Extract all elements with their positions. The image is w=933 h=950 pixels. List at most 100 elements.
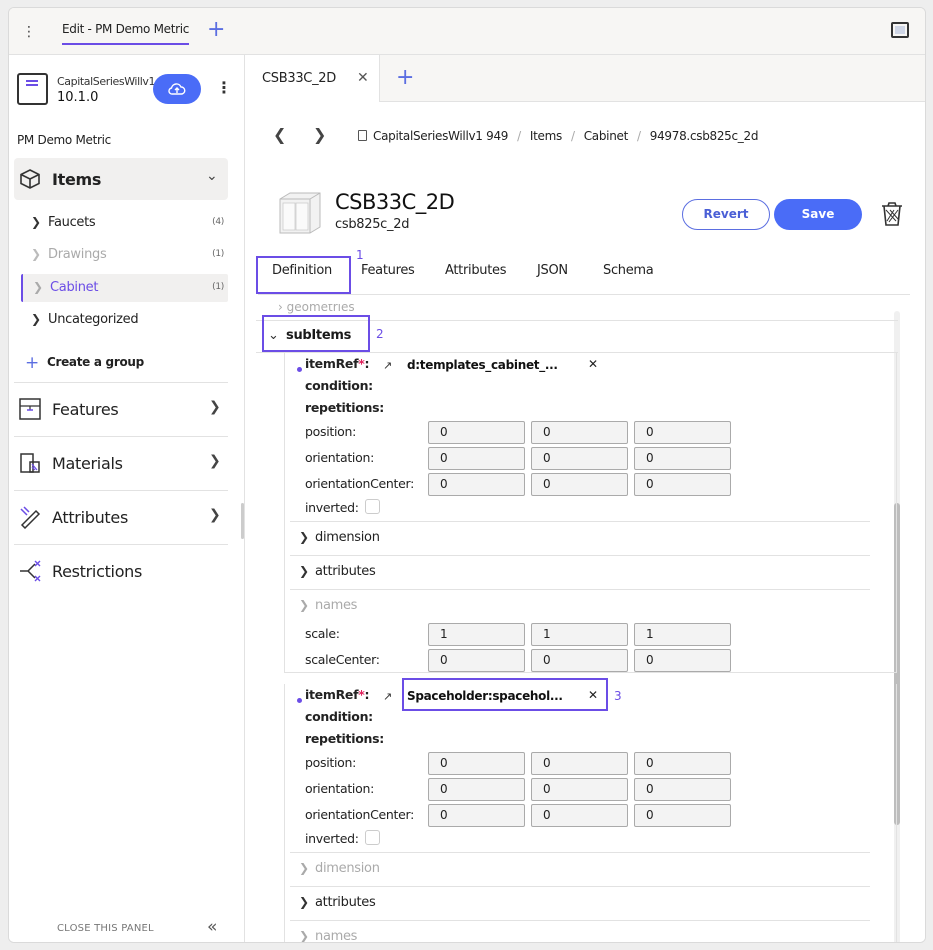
position-x-input[interactable]: 0 <box>428 752 525 775</box>
back-arrow-icon[interactable]: ❮ <box>273 125 286 144</box>
breadcrumb: CapitalSeriesWillv1 949/Items / Cabinet/94… <box>358 129 758 143</box>
tab-document[interactable]: CSB33C_2D ✕ <box>246 55 380 102</box>
tab-attributes[interactable]: Attributes <box>445 263 506 278</box>
highlight-box-3 <box>402 678 608 711</box>
tab-schema[interactable]: Schema <box>603 263 654 278</box>
sidebar-section-materials[interactable]: Materials ❯ <box>14 436 228 489</box>
orientation-z-input[interactable]: 0 <box>634 447 731 470</box>
scale-y-input[interactable]: 1 <box>531 623 628 646</box>
project-name: CapitalSeriesWillv1 <box>57 75 156 88</box>
project-menu-icon[interactable]: ⋮ <box>216 78 232 98</box>
bullet-dot <box>297 698 302 703</box>
orientation-x-input[interactable]: 0 <box>428 778 525 801</box>
external-link-icon[interactable]: ↗ <box>383 690 392 703</box>
tree-item-drawings[interactable]: ❯ Drawings (1) <box>21 241 228 269</box>
scale-center-x-input[interactable]: 0 <box>428 649 525 672</box>
itemref-value[interactable]: d:templates_cabinet_... <box>407 358 558 372</box>
attributes-row[interactable]: ❯ attributes <box>290 555 870 589</box>
scale-center-label: scaleCenter: <box>305 652 380 667</box>
window-layout-icon[interactable] <box>891 22 909 38</box>
trash-icon[interactable] <box>880 201 904 227</box>
external-link-icon[interactable]: ↗ <box>383 359 392 372</box>
orientation-center-y-input[interactable]: 0 <box>531 804 628 827</box>
create-group-button[interactable]: + Create a group <box>25 353 144 373</box>
main-panel: CSB33C_2D ✕ + ❮ ❯ CapitalSeriesWillv1 94… <box>246 55 925 942</box>
top-bar: ⋮ Edit - PM Demo Metric + <box>9 8 925 55</box>
tab-json[interactable]: JSON <box>537 263 568 278</box>
breadcrumb-item[interactable]: Items <box>530 129 562 143</box>
orientation-y-input[interactable]: 0 <box>531 778 628 801</box>
items-section-header[interactable]: Items ⌄ <box>14 158 228 200</box>
position-y-input[interactable]: 0 <box>531 421 628 444</box>
dimension-row[interactable]: ❯ dimension <box>290 852 870 886</box>
scale-center-y-input[interactable]: 0 <box>531 649 628 672</box>
repetitions-label: repetitions: <box>305 731 384 746</box>
orientation-center-x-input[interactable]: 0 <box>428 473 525 496</box>
scale-z-input[interactable]: 1 <box>634 623 731 646</box>
add-document-icon[interactable]: + <box>396 65 414 90</box>
cloud-upload-icon <box>168 83 186 95</box>
names-row[interactable]: ❯ names <box>290 920 870 942</box>
add-tab-icon[interactable]: + <box>207 18 225 42</box>
tab-edit[interactable]: Edit - PM Demo Metric <box>62 22 189 45</box>
section-label: Materials <box>52 454 123 473</box>
breadcrumb-item[interactable]: CapitalSeriesWillv1 949 <box>373 129 508 143</box>
tree-item-label: Drawings <box>48 247 107 262</box>
attributes-row[interactable]: ❯ attributes <box>290 886 870 920</box>
features-icon <box>19 398 41 420</box>
chevron-right-icon: ❯ <box>299 895 310 909</box>
position-z-input[interactable]: 0 <box>634 752 731 775</box>
double-chevron-left-icon[interactable]: « <box>207 917 217 937</box>
kebab-menu-icon[interactable]: ⋮ <box>22 22 36 42</box>
chevron-right-icon: ❯ <box>299 861 310 875</box>
app-window: ⋮ Edit - PM Demo Metric + CapitalSeriesW… <box>8 7 926 943</box>
sidebar-section-restrictions[interactable]: Restrictions <box>14 544 228 597</box>
orientation-center-z-input[interactable]: 0 <box>634 804 731 827</box>
scale-center-z-input[interactable]: 0 <box>634 649 731 672</box>
orientation-center-y-input[interactable]: 0 <box>531 473 628 496</box>
close-panel-button[interactable]: CLOSE THIS PANEL <box>57 923 154 934</box>
orientation-z-input[interactable]: 0 <box>634 778 731 801</box>
sidebar-resize-handle[interactable] <box>241 503 244 539</box>
tree-item-uncategorized[interactable]: ❯ Uncategorized <box>21 306 228 334</box>
chevron-right-icon: ❯ <box>209 399 221 415</box>
close-icon[interactable]: ✕ <box>357 70 369 86</box>
clear-icon[interactable]: ✕ <box>588 357 598 371</box>
breadcrumb-item[interactable]: Cabinet <box>584 129 629 143</box>
orientation-center-z-input[interactable]: 0 <box>634 473 731 496</box>
itemref-label: itemRef*: <box>305 356 370 371</box>
dimension-row[interactable]: ❯ dimension <box>290 521 870 555</box>
window-resize-handle[interactable] <box>925 458 926 498</box>
inverted-checkbox[interactable] <box>365 830 380 845</box>
attributes-label: attributes <box>315 895 376 910</box>
inverted-checkbox[interactable] <box>365 499 380 514</box>
position-z-input[interactable]: 0 <box>634 421 731 444</box>
sidebar-section-attributes[interactable]: Attributes ❯ <box>14 490 228 543</box>
condition-label: condition: <box>305 378 373 393</box>
tree-item-faucets[interactable]: ❯ Faucets (4) <box>21 209 228 237</box>
editor-scroll-area: › geometries ⌄ subItems itemRef*: ↗ d:te… <box>256 304 904 942</box>
section-label: Features <box>52 400 119 419</box>
tree-item-label: Cabinet <box>50 280 99 295</box>
position-x-input[interactable]: 0 <box>428 421 525 444</box>
tree-item-label: Faucets <box>48 215 96 230</box>
collapsed-section-label: › geometries <box>278 304 355 314</box>
tab-features[interactable]: Features <box>361 263 415 278</box>
names-row[interactable]: ❯ names <box>290 589 870 623</box>
repetitions-label: repetitions: <box>305 400 384 415</box>
breadcrumb-item[interactable]: 94978.csb825c_2d <box>650 129 759 143</box>
orientation-x-input[interactable]: 0 <box>428 447 525 470</box>
sidebar-section-features[interactable]: Features ❯ <box>14 382 228 435</box>
save-button[interactable]: Save <box>774 199 862 230</box>
upload-button[interactable] <box>153 74 201 104</box>
highlight-box-1 <box>256 256 351 294</box>
orientation-center-x-input[interactable]: 0 <box>428 804 525 827</box>
orientation-y-input[interactable]: 0 <box>531 447 628 470</box>
orientation-label: orientation: <box>305 781 374 796</box>
position-y-input[interactable]: 0 <box>531 752 628 775</box>
tree-item-cabinet[interactable]: ❯ Cabinet (1) <box>21 274 228 302</box>
scale-x-input[interactable]: 1 <box>428 623 525 646</box>
chevron-right-icon: ❯ <box>209 507 221 523</box>
forward-arrow-icon[interactable]: ❯ <box>313 125 326 144</box>
revert-button[interactable]: Revert <box>682 199 770 230</box>
